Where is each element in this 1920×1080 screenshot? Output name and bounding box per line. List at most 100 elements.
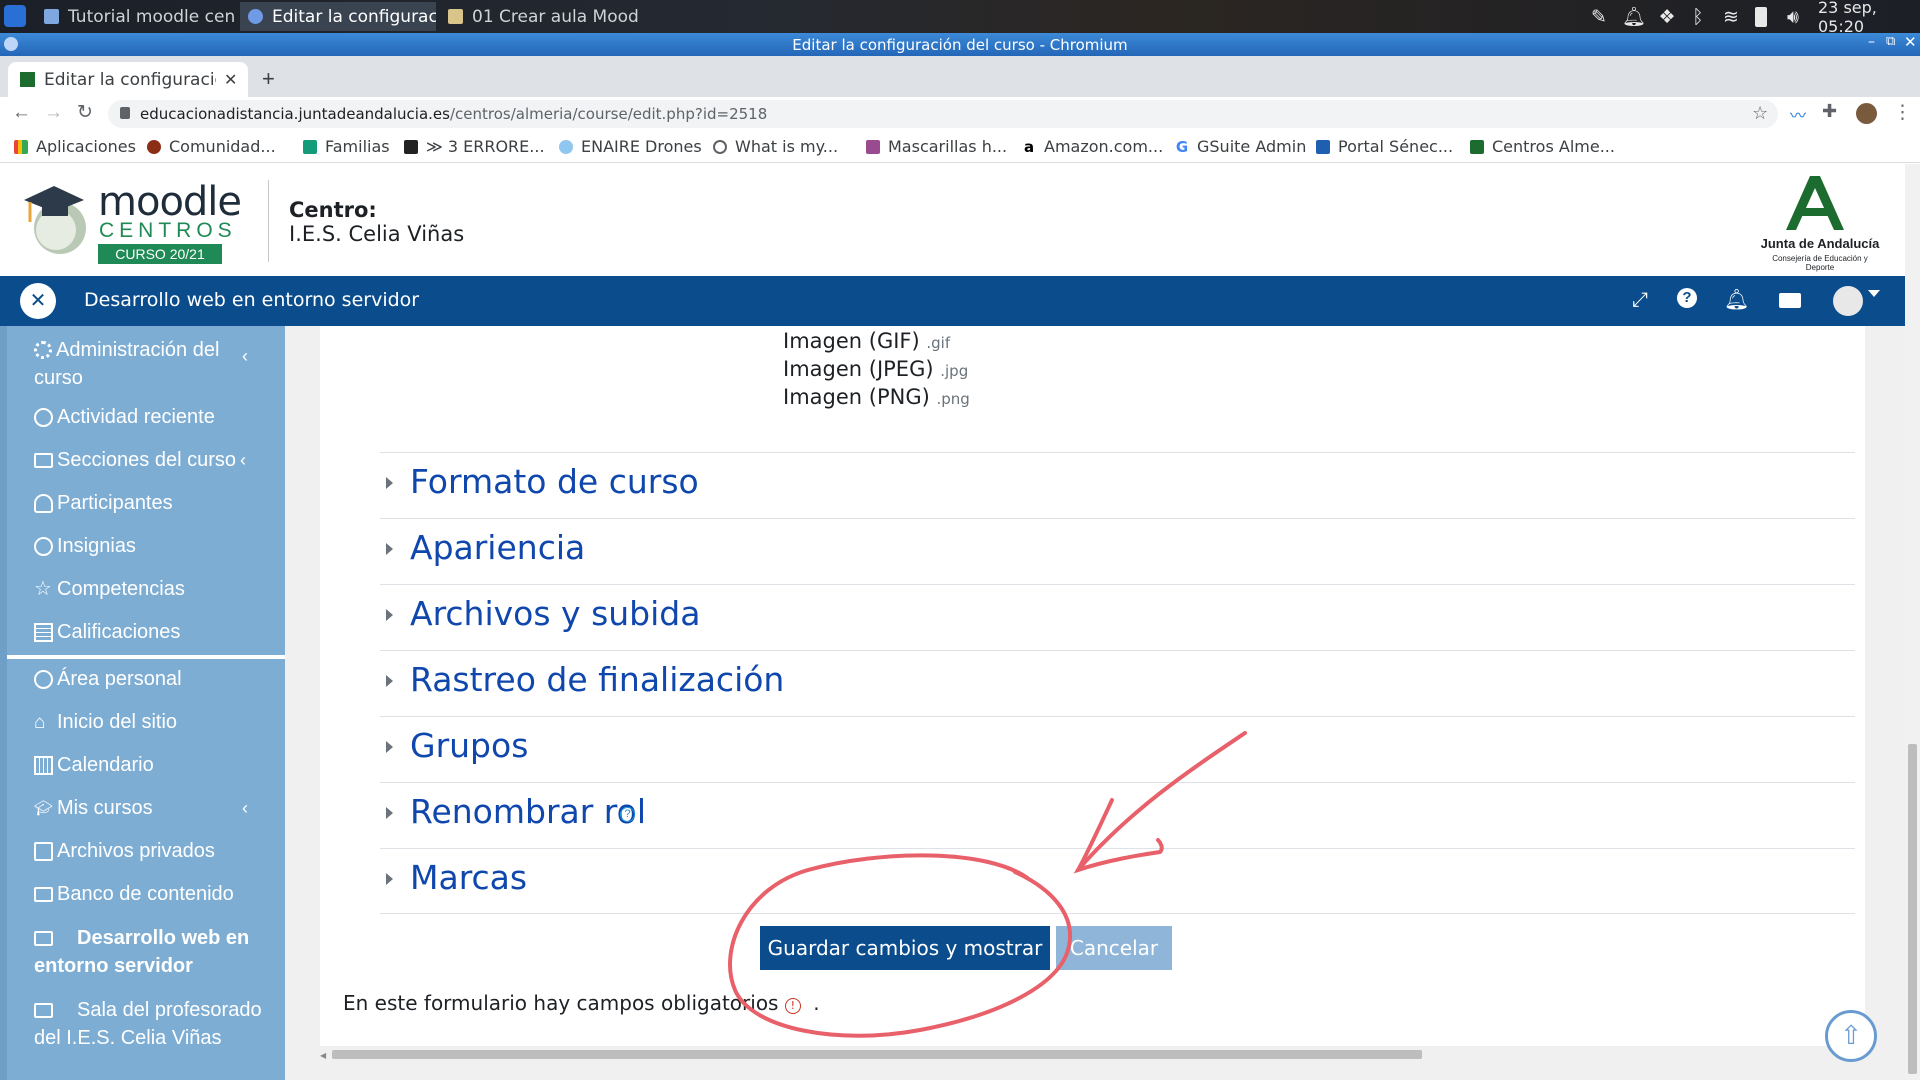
- chevron-left-icon[interactable]: ‹: [242, 346, 248, 367]
- minimize-icon[interactable]: –: [1868, 34, 1882, 50]
- bookmark-mascarillas[interactable]: Mascarillas h...: [866, 130, 1007, 163]
- bookmark-enaire[interactable]: ENAIRE Drones: [559, 130, 702, 163]
- horizontal-scrollbar-thumb[interactable]: [332, 1050, 1422, 1059]
- horizontal-scrollbar[interactable]: ◀: [320, 1046, 1865, 1062]
- taskbar-task-chromium[interactable]: Editar la configuraci...: [240, 2, 436, 31]
- close-tab-icon[interactable]: ✕: [224, 70, 237, 89]
- home-icon: ⌂: [34, 712, 46, 733]
- section-rastreo-finalizacion[interactable]: Rastreo de finalización: [380, 650, 1855, 716]
- chevron-left-icon[interactable]: ‹: [240, 450, 246, 471]
- extension-icon[interactable]: 〰: [1790, 102, 1806, 126]
- folder-icon: [34, 453, 53, 468]
- logo-moodle-text: moodle: [98, 179, 242, 225]
- extensions-puzzle-icon[interactable]: ✚: [1822, 101, 1837, 122]
- save-and-display-button[interactable]: Guardar cambios y mostrar: [760, 926, 1050, 970]
- sidebar-item-sala-profesorado[interactable]: Sala del profesorado del I.E.S. Celia Vi…: [34, 996, 264, 1052]
- messages-envelope-icon[interactable]: [1779, 293, 1801, 308]
- battery-icon[interactable]: [1750, 0, 1772, 33]
- globe-icon: [713, 139, 727, 154]
- folder-icon: [448, 9, 463, 24]
- app-menu-icon[interactable]: [4, 5, 26, 27]
- scroll-left-icon[interactable]: ◀: [320, 1051, 326, 1060]
- sidebar-item-secciones[interactable]: Secciones del curso: [34, 449, 236, 472]
- profile-avatar[interactable]: [1856, 103, 1877, 124]
- notification-bell-icon[interactable]: 🔔︎: [1724, 287, 1749, 312]
- help-icon[interactable]: ?: [1677, 288, 1697, 308]
- sidebar-item-administracion[interactable]: Administración del curso: [34, 336, 259, 392]
- browser-toolbar: ← → ↻ educacionadistancia.juntadeandaluc…: [0, 97, 1920, 130]
- bookmark-gsuite[interactable]: G GSuite Admin: [1175, 130, 1307, 163]
- sidebar-item-area-personal[interactable]: Área personal: [34, 668, 182, 691]
- junta-favicon-icon: [1470, 139, 1484, 154]
- bookmark-seneca[interactable]: Portal Sénec...: [1316, 130, 1453, 163]
- sidebar-item-current-course[interactable]: Desarrollo web en entorno servidor: [34, 924, 264, 980]
- sidebar-item-mis-cursos[interactable]: 🎓︎ Mis cursos: [34, 797, 153, 820]
- moodle-logo[interactable]: [20, 180, 92, 256]
- cancel-button[interactable]: Cancelar: [1056, 926, 1172, 970]
- course-navbar: ✕ Desarrollo web en entorno servidor ⤢ ?…: [0, 276, 1905, 326]
- dropbox-icon[interactable]: ❖: [1655, 0, 1679, 33]
- nav-drawer: Administración del curso ‹ Actividad rec…: [0, 326, 285, 1080]
- fullscreen-icon[interactable]: ⤢: [1632, 289, 1648, 312]
- chevron-left-icon[interactable]: ‹: [242, 798, 248, 819]
- close-window-icon[interactable]: ✕: [1904, 33, 1918, 51]
- volume-icon[interactable]: 🔊︎: [1779, 0, 1807, 33]
- section-formato-curso[interactable]: Formato de curso: [380, 452, 1855, 518]
- vertical-scrollbar[interactable]: [1905, 164, 1920, 1080]
- address-bar[interactable]: educacionadistancia.juntadeandalucia.es /…: [108, 100, 1778, 128]
- bookmark-centros[interactable]: Centros Alme...: [1470, 130, 1615, 163]
- sidebar-item-insignias[interactable]: Insignias: [34, 535, 136, 558]
- sidebar-item-actividad[interactable]: Actividad reciente: [34, 406, 215, 429]
- bookmark-star-icon[interactable]: ☆: [1752, 103, 1768, 124]
- reload-icon[interactable]: ↻: [77, 101, 93, 124]
- maximize-icon[interactable]: ⧉: [1886, 34, 1900, 49]
- sidebar-item-participantes[interactable]: Participantes: [34, 492, 173, 515]
- forward-icon[interactable]: →: [44, 102, 63, 124]
- star-icon: ☆: [34, 578, 52, 600]
- section-archivos-subida[interactable]: Archivos y subida: [380, 584, 1855, 650]
- taskbar-task-folder[interactable]: 01 Crear aula Moodl...: [440, 2, 640, 31]
- expand-caret-icon: [386, 873, 393, 885]
- new-tab-button[interactable]: +: [262, 66, 275, 92]
- chromium-icon: [248, 9, 263, 24]
- users-icon: [34, 494, 53, 513]
- section-marcas[interactable]: Marcas: [380, 848, 1855, 914]
- sidebar-item-banco[interactable]: Banco de contenido: [34, 883, 234, 906]
- kebab-menu-icon[interactable]: ⋮: [1893, 101, 1912, 124]
- bookmark-comunidad[interactable]: Comunidad...: [147, 130, 276, 163]
- required-icon: !: [784, 998, 801, 1014]
- taskbar-task-tutorial[interactable]: Tutorial moodle cen...: [36, 2, 236, 31]
- user-menu-caret-icon[interactable]: [1868, 290, 1880, 297]
- section-renombrar-rol[interactable]: Renombrar rol ?: [380, 782, 1855, 848]
- close-drawer-button[interactable]: ✕: [20, 283, 56, 319]
- file-type-png: Imagen (PNG) .png: [783, 385, 970, 409]
- bookmark-familias[interactable]: Familias: [303, 130, 390, 163]
- user-avatar[interactable]: [1833, 286, 1863, 316]
- back-to-top-button[interactable]: ⇧: [1825, 1010, 1877, 1062]
- section-apariencia[interactable]: Apariencia: [380, 518, 1855, 584]
- drawer-scrollbar[interactable]: [0, 326, 7, 1080]
- expand-caret-icon: [386, 807, 393, 819]
- section-grupos[interactable]: Grupos: [380, 716, 1855, 782]
- sidebar-item-calendario[interactable]: Calendario: [34, 754, 154, 777]
- back-icon[interactable]: ←: [12, 102, 31, 124]
- wifi-icon[interactable]: ≋: [1718, 0, 1744, 33]
- help-icon[interactable]: ?: [620, 807, 635, 822]
- browser-tab-active[interactable]: Editar la configuración ✕: [8, 62, 248, 97]
- bluetooth-icon[interactable]: ᛒ: [1688, 0, 1708, 33]
- sidebar-item-inicio[interactable]: ⌂ Inicio del sitio: [34, 711, 177, 734]
- notification-bell-icon[interactable]: 🔔︎: [1622, 0, 1646, 33]
- graduation-globe-icon: [24, 186, 86, 254]
- sidebar-item-archivos[interactable]: Archivos privados: [34, 840, 215, 863]
- bookmark-whatismy[interactable]: What is my...: [713, 130, 838, 163]
- navbar-course-title[interactable]: Desarrollo web en entorno servidor: [84, 289, 419, 311]
- notes-icon[interactable]: ✎: [1587, 0, 1611, 33]
- sidebar-item-competencias[interactable]: ☆ Competencias: [34, 578, 185, 601]
- clock-icon: [34, 408, 53, 427]
- bookmark-apps[interactable]: Aplicaciones: [14, 130, 136, 163]
- vertical-scrollbar-thumb[interactable]: [1908, 744, 1917, 1074]
- bookmark-amazon[interactable]: a Amazon.com...: [1022, 130, 1163, 163]
- bookmark-errores[interactable]: ≫ 3 ERRORE...: [404, 130, 545, 163]
- sidebar-item-calificaciones[interactable]: Calificaciones: [34, 621, 180, 644]
- badge-icon: [34, 537, 53, 556]
